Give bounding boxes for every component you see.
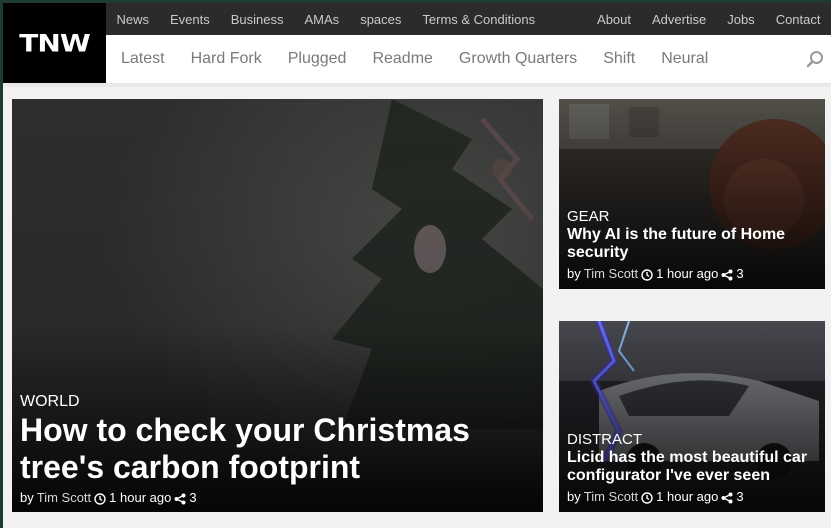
clock-icon [641, 266, 653, 281]
section-nav-growth-quarters[interactable]: Growth Quarters [446, 50, 590, 68]
share-icon [174, 490, 186, 505]
clock-icon [641, 489, 653, 504]
side-story-category[interactable]: GEAR [567, 208, 817, 225]
page-frame: TNW News Events Business AMAs spaces Ter… [3, 3, 831, 528]
section-nav-latest[interactable]: Latest [106, 50, 178, 68]
section-nav-hard-fork[interactable]: Hard Fork [178, 50, 275, 68]
side-story-title[interactable]: Why AI is the future of Home security [567, 226, 817, 262]
time-ago: 1 hour ago [109, 490, 172, 505]
clock-icon [94, 490, 106, 505]
top-nav-news[interactable]: News [106, 12, 160, 27]
author-link[interactable]: Tim Scott [37, 490, 91, 505]
top-nav-spaces[interactable]: spaces [350, 12, 412, 27]
side-story-info: GEAR Why AI is the future of Home securi… [567, 208, 817, 281]
by-label: by [20, 490, 34, 505]
side-story-meta: by Tim Scott 1 hour ago 3 [567, 489, 817, 504]
side-story-title[interactable]: Licid has the most beautiful car configu… [567, 449, 817, 485]
top-nav-amas[interactable]: AMAs [294, 12, 350, 27]
top-nav-business[interactable]: Business [220, 12, 294, 27]
section-nav-readme[interactable]: Readme [359, 50, 445, 68]
author-link[interactable]: Tim Scott [584, 266, 638, 281]
top-nav-terms[interactable]: Terms & Conditions [412, 12, 546, 27]
featured-category[interactable]: WORLD [20, 393, 535, 411]
time-ago: 1 hour ago [656, 489, 719, 504]
top-nav-events[interactable]: Events [160, 12, 221, 27]
top-nav-contact[interactable]: Contact [765, 12, 831, 27]
featured-story[interactable]: WORLD How to check your Christmas tree's… [12, 99, 543, 512]
by-label: by [567, 489, 581, 504]
author-link[interactable]: Tim Scott [584, 489, 638, 504]
share-count: 3 [736, 266, 744, 281]
side-story-info: DISTRACT Licid has the most beautiful ca… [567, 431, 817, 504]
top-nav-advertise[interactable]: Advertise [642, 12, 717, 27]
top-nav-jobs[interactable]: Jobs [717, 12, 765, 27]
side-story[interactable]: DISTRACT Licid has the most beautiful ca… [559, 321, 825, 512]
search-icon[interactable] [806, 50, 824, 68]
section-nav-neural[interactable]: Neural [648, 50, 721, 68]
featured-info: WORLD How to check your Christmas tree's… [20, 393, 535, 505]
share-count: 3 [189, 490, 197, 505]
share-icon [721, 489, 733, 504]
top-nav: News Events Business AMAs spaces Terms &… [106, 3, 831, 35]
side-story-meta: by Tim Scott 1 hour ago 3 [567, 266, 817, 281]
featured-title[interactable]: How to check your Christmas tree's carbo… [20, 412, 535, 486]
section-nav-shift[interactable]: Shift [590, 50, 648, 68]
share-icon [721, 266, 733, 281]
section-nav-plugged[interactable]: Plugged [275, 50, 360, 68]
site-logo[interactable]: TNW [3, 3, 106, 83]
time-ago: 1 hour ago [656, 266, 719, 281]
featured-meta: by Tim Scott 1 hour ago 3 [20, 490, 535, 505]
header-divider [3, 83, 831, 87]
section-nav: Latest Hard Fork Plugged Readme Growth Q… [106, 35, 831, 83]
side-story[interactable]: GEAR Why AI is the future of Home securi… [559, 99, 825, 289]
side-story-category[interactable]: DISTRACT [567, 431, 817, 448]
logo-text: TNW [19, 28, 90, 58]
by-label: by [567, 266, 581, 281]
share-count: 3 [736, 489, 744, 504]
top-nav-about[interactable]: About [587, 12, 642, 27]
